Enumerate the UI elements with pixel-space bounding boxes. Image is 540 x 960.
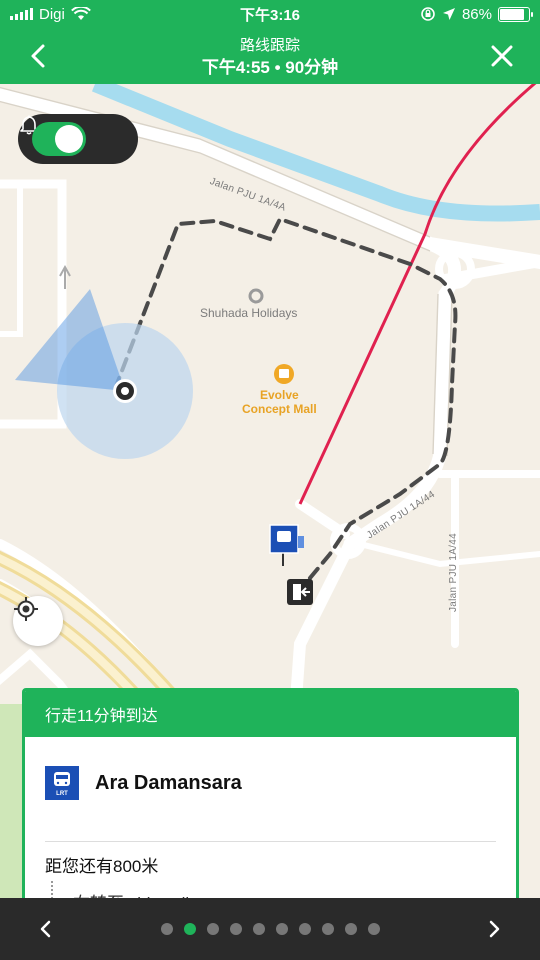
- page-dot[interactable]: [206, 923, 219, 935]
- arrival-alert-toggle[interactable]: [18, 114, 138, 164]
- locate-me-button[interactable]: [13, 596, 63, 646]
- page-dot[interactable]: [160, 923, 173, 935]
- battery-icon: [498, 6, 533, 22]
- chevron-right-icon: [489, 920, 500, 938]
- poi-mall-name-line2: Concept Mall: [242, 402, 317, 416]
- poi-mall-name-line1: Evolve: [259, 388, 299, 402]
- navigation-header: 路线跟踪 下午4:55 • 90分钟: [0, 28, 540, 84]
- chevron-left-icon: [40, 920, 51, 938]
- poi-shuhada-holidays[interactable]: Shuhada Holidays: [200, 306, 297, 320]
- status-bar: Digi 下午3:16 86%: [0, 0, 540, 28]
- alert-switch-knob: [55, 125, 83, 153]
- page-dot[interactable]: [252, 923, 265, 935]
- page-dot[interactable]: [229, 923, 242, 935]
- wifi-icon: [70, 7, 91, 20]
- road-label-pju-1a-44-vertical: Jalan PJU 1A/44: [448, 533, 459, 612]
- destination-station-row: LRT Ara Damansara: [25, 737, 516, 829]
- destination-station-name: Ara Damansara: [95, 771, 242, 794]
- page-dot[interactable]: [275, 923, 288, 935]
- next-step-button[interactable]: [480, 914, 510, 944]
- signal-icon: [10, 8, 33, 20]
- location-arrow-icon: [442, 8, 455, 20]
- park-area: [0, 704, 24, 898]
- page-dot[interactable]: [183, 923, 196, 935]
- step-pager: [0, 898, 540, 960]
- page-dot[interactable]: [298, 923, 311, 935]
- walk-duration-header: 行走11分钟到达: [25, 691, 516, 737]
- svg-text:LRT: LRT: [56, 791, 68, 797]
- previous-step-button[interactable]: [30, 914, 60, 944]
- page-indicator[interactable]: [160, 923, 380, 935]
- poi-evolve-concept-mall[interactable]: Evolve Concept Mall: [242, 388, 317, 416]
- rotation-lock-icon: [421, 7, 435, 21]
- station-exit-icon: [287, 579, 313, 605]
- battery-percent: 86%: [461, 5, 492, 23]
- remaining-distance: 距您还有800米: [45, 857, 159, 876]
- lrt-station-sign-icon: [269, 524, 304, 566]
- page-dot[interactable]: [367, 923, 380, 935]
- lrt-train-icon: LRT: [45, 766, 79, 800]
- lrt-route-line: [298, 84, 537, 505]
- route-step-card[interactable]: 行走11分钟到达 LRT Ara Damansara 距您还有800米 右转至 …: [22, 688, 519, 928]
- poi-pin-icon: [248, 288, 264, 304]
- crosshair-icon: [14, 597, 38, 621]
- page-dot[interactable]: [344, 923, 357, 935]
- arrival-eta: 下午4:55 • 90分钟: [201, 58, 339, 77]
- close-button[interactable]: [486, 40, 518, 72]
- carrier-name: Digi: [39, 5, 65, 23]
- alert-switch[interactable]: [32, 122, 86, 156]
- page-title: 路线跟踪: [239, 37, 300, 54]
- close-icon: [491, 45, 513, 67]
- page-dot[interactable]: [321, 923, 334, 935]
